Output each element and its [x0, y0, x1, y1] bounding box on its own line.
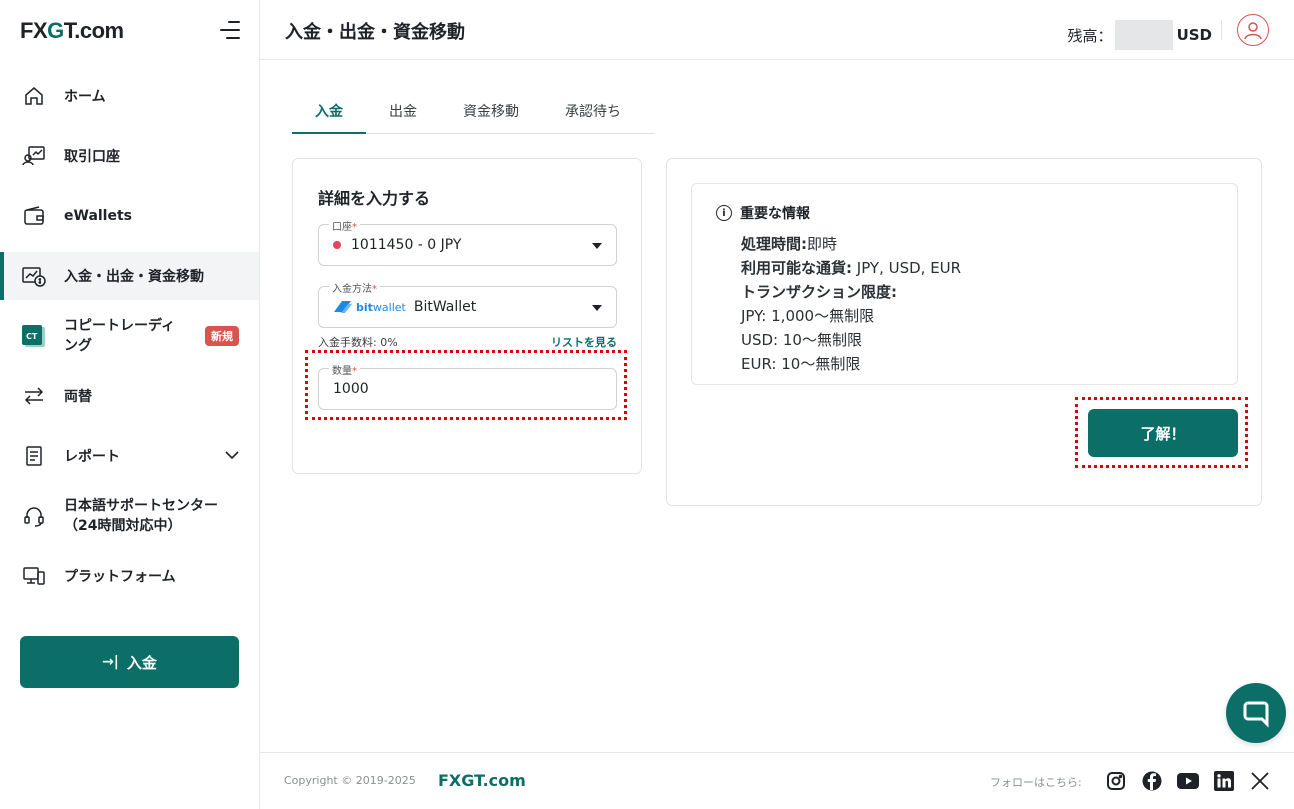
info-icon: i — [716, 205, 732, 221]
annotation-highlight-ok-button — [1075, 397, 1248, 468]
user-avatar-icon[interactable] — [1237, 14, 1269, 46]
info-title-text: 重要な情報 — [740, 206, 810, 222]
limits-heading: トランザクション限度: — [741, 283, 897, 301]
deposit-fee-text: 入金手数料: 0% — [318, 336, 398, 349]
app-root: FXGT.com ホーム 取引口座 eWallets 入金・出金・資金移動 CT… — [0, 0, 1294, 809]
sidebar-item-copy-trading[interactable]: CT コピートレーディ ング 新規 — [0, 306, 259, 366]
deposit-button[interactable]: →| 入金 — [20, 636, 239, 688]
method-field-label: 入金方法* — [329, 280, 380, 295]
tab-deposit[interactable]: 入金 — [292, 96, 366, 134]
balance-amount-masked — [1114, 20, 1173, 50]
sidebar-item-label: 入金・出金・資金移動 — [64, 269, 204, 285]
chat-support-button[interactable] — [1226, 683, 1286, 743]
sidebar-nav: ホーム 取引口座 eWallets 入金・出金・資金移動 CT コピートレーディ… — [0, 66, 259, 606]
copyright-text: Copyright © 2019-2025 — [284, 774, 416, 787]
footer: Copyright © 2019-2025 FXGT.com フォローはこちら: — [260, 752, 1294, 809]
copy-trading-icon: CT — [22, 324, 46, 348]
important-info-box: i 重要な情報 処理時間:即時 利用可能な通貨: JPY, USD, EUR ト… — [691, 183, 1238, 385]
tab-withdraw[interactable]: 出金 — [366, 96, 440, 134]
sidebar-item-report[interactable]: レポート — [0, 426, 259, 486]
account-field-label: 口座* — [329, 218, 360, 233]
fxgt-logo[interactable]: FXGT.com — [20, 18, 124, 44]
deposit-method-select[interactable]: 入金方法* bitwallet BitWallet — [318, 280, 617, 328]
sidebar-item-label: 取引口座 — [64, 149, 120, 165]
currencies-line: 利用可能な通貨: JPY, USD, EUR — [741, 259, 962, 277]
follow-us-label: フォローはこちら: — [990, 776, 1082, 789]
sidebar-item-label: プラットフォーム — [64, 569, 176, 585]
balance-currency: USD — [1176, 26, 1212, 44]
sidebar-item-label: 日本語サポートセンター （24時間対応中） — [64, 498, 218, 534]
report-icon — [22, 444, 46, 468]
sidebar-item-home[interactable]: ホーム — [0, 66, 259, 126]
exchange-icon — [22, 384, 46, 408]
sidebar-item-support[interactable]: 日本語サポートセンター （24時間対応中） — [0, 486, 259, 546]
chevron-down-icon[interactable] — [225, 448, 239, 464]
account-select[interactable]: 口座* 1011450 - 0 JPY — [318, 218, 617, 266]
login-arrow-icon: →| — [102, 654, 119, 670]
limit-jpy: JPY: 1,000〜無制限 — [741, 307, 875, 325]
dropdown-caret-icon — [592, 305, 602, 311]
platform-icon — [22, 564, 46, 588]
deposit-form-card: 詳細を入力する 口座* 1011450 - 0 JPY 入金方法* bitwal… — [292, 158, 642, 474]
limit-eur: EUR: 10〜無制限 — [741, 355, 861, 373]
view-list-link[interactable]: リストを見る — [551, 334, 617, 350]
fee-row: 入金手数料: 0% リストを見る — [318, 334, 617, 350]
processing-time-line: 処理時間:即時 — [741, 235, 838, 253]
annotation-highlight-amount — [305, 350, 627, 420]
home-icon — [22, 84, 46, 108]
form-title: 詳細を入力する — [318, 189, 431, 208]
sidebar-item-trading-account[interactable]: 取引口座 — [0, 126, 259, 186]
info-details: 処理時間:即時 利用可能な通貨: JPY, USD, EUR トランザクション限… — [741, 232, 961, 376]
linkedin-icon[interactable] — [1213, 770, 1235, 792]
sidebar: FXGT.com ホーム 取引口座 eWallets 入金・出金・資金移動 CT… — [0, 0, 260, 809]
dropdown-caret-icon — [592, 243, 602, 249]
chat-bubble-icon — [1243, 701, 1269, 728]
deposit-button-label: 入金 — [126, 653, 157, 672]
sidebar-item-ewallets[interactable]: eWallets — [0, 186, 259, 246]
sidebar-item-label: コピートレーディ ング — [64, 318, 176, 354]
sidebar-item-deposit-withdraw-transfer[interactable]: 入金・出金・資金移動 — [0, 252, 259, 300]
facebook-icon[interactable] — [1141, 770, 1163, 792]
wallet-icon — [22, 204, 46, 228]
method-select-value: BitWallet — [413, 299, 477, 315]
sidebar-item-label: eWallets — [64, 208, 133, 224]
support-headset-icon — [22, 504, 46, 528]
limit-usd: USD: 10〜無制限 — [741, 331, 862, 349]
sidebar-item-label: 両替 — [64, 389, 92, 405]
bitwallet-logo: bitwallet — [333, 299, 406, 315]
footer-brand-link[interactable]: FXGT.com — [438, 771, 526, 790]
status-dot-icon — [333, 241, 341, 249]
info-title: i 重要な情報 — [716, 203, 810, 223]
x-icon[interactable] — [1249, 770, 1271, 792]
instagram-icon[interactable] — [1105, 770, 1127, 792]
menu-toggle-icon[interactable] — [218, 20, 240, 40]
trading-account-icon — [22, 144, 46, 168]
header-divider — [1221, 20, 1222, 40]
sidebar-item-label: ホーム — [64, 89, 106, 105]
new-badge: 新規 — [205, 326, 239, 346]
page-title: 入金・出金・資金移動 — [285, 22, 465, 43]
transfer-money-icon — [22, 264, 46, 288]
tab-transfer[interactable]: 資金移動 — [440, 96, 542, 134]
account-select-value: 1011450 - 0 JPY — [351, 237, 462, 253]
tab-bar: 入金 出金 資金移動 承認待ち — [292, 96, 654, 134]
tab-pending[interactable]: 承認待ち — [542, 96, 644, 134]
sidebar-item-exchange[interactable]: 両替 — [0, 366, 259, 426]
sidebar-item-label: レポート — [64, 449, 120, 465]
balance-label: 残高： — [1067, 26, 1113, 45]
top-header: 入金・出金・資金移動 残高： USD — [260, 0, 1294, 60]
svg-text:CT: CT — [26, 332, 38, 341]
youtube-icon[interactable] — [1177, 770, 1199, 792]
sidebar-item-platform[interactable]: プラットフォーム — [0, 546, 259, 606]
balance-display: 残高： USD — [1068, 20, 1212, 50]
